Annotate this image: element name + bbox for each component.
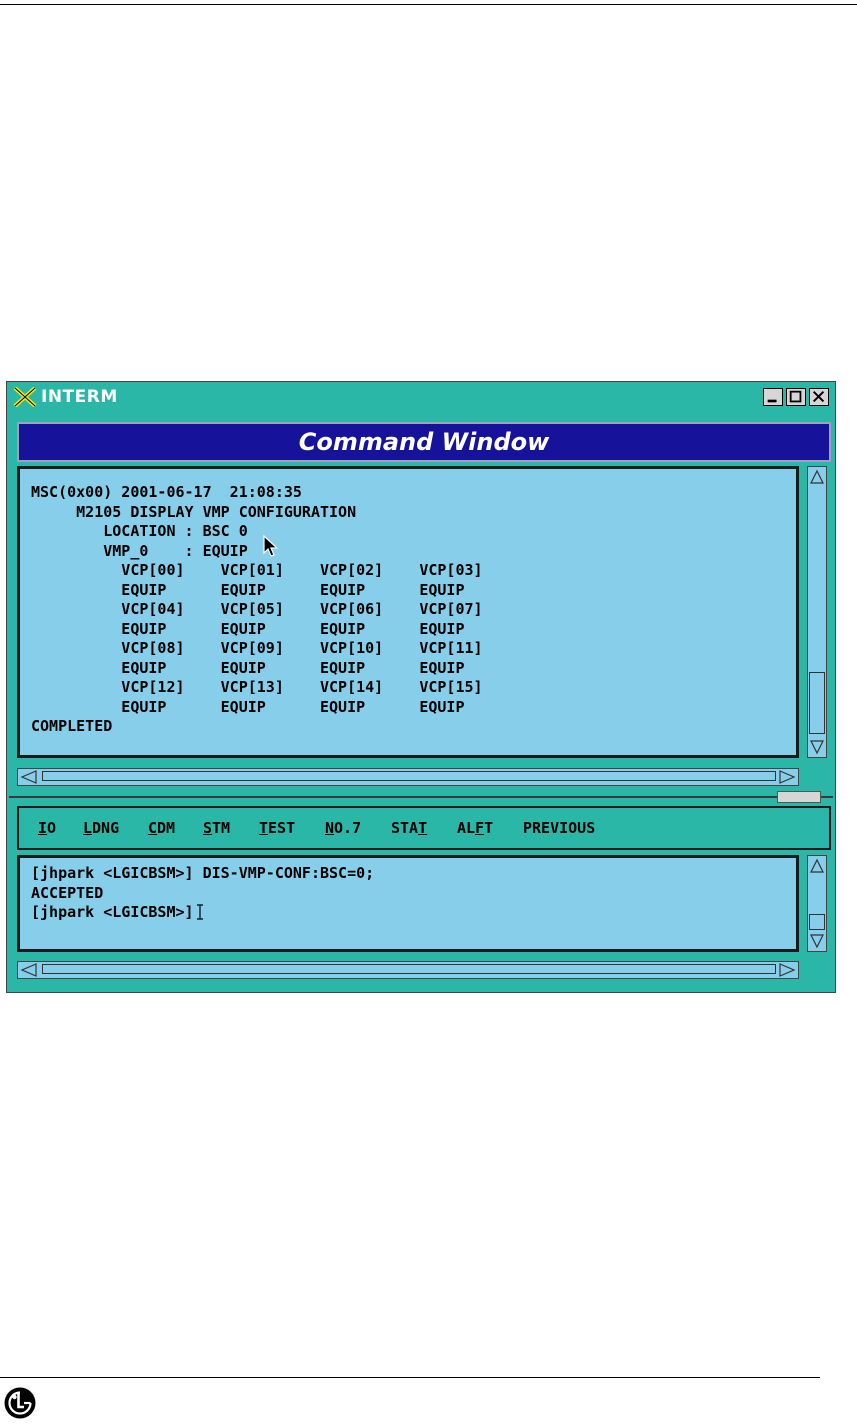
output-line: VCP[08] VCP[09] VCP[10] VCP[11] — [31, 639, 483, 657]
input-scroll-right-button[interactable] — [778, 963, 796, 977]
scroll-down-button[interactable] — [809, 739, 825, 755]
pane-resize-handle[interactable] — [777, 791, 821, 803]
input-scroll-left-button[interactable] — [20, 963, 38, 977]
lg-logo — [4, 1387, 36, 1419]
arrow-down-icon — [810, 740, 824, 755]
output-line: M2105 DISPLAY VMP CONFIGURATION — [31, 502, 357, 521]
page-bottom-rule — [0, 1377, 820, 1378]
output-line: EQUIP EQUIP EQUIP EQUIP — [31, 580, 465, 599]
menu-item-cdm[interactable]: CDM — [148, 819, 175, 837]
input-scroll-down-button[interactable] — [809, 933, 825, 949]
scroll-thumb[interactable] — [809, 672, 825, 734]
scroll-right-button[interactable] — [778, 770, 796, 784]
input-line-prompt: [jhpark <LGICBSM>] — [31, 903, 194, 921]
interm-window: INTERM Command Window MSC(0x00) 2001-06-… — [6, 381, 836, 993]
output-line: VMP_0 : EQUIP — [31, 541, 248, 560]
input-vertical-scrollbar[interactable] — [807, 855, 827, 952]
page-top-rule — [0, 4, 857, 5]
scroll-left-button[interactable] — [20, 770, 38, 784]
output-line: LOCATION : BSC 0 — [31, 522, 248, 540]
output-line: COMPLETED — [31, 717, 113, 735]
mouse-pointer-icon — [263, 535, 279, 557]
text-cursor-icon — [196, 904, 203, 920]
scroll-track[interactable] — [42, 771, 776, 781]
command-input-pane[interactable]: [jhpark <LGICBSM>] DIS-VMP-CONF:BSC=0; A… — [17, 855, 799, 952]
input-line-response: ACCEPTED — [31, 883, 104, 902]
close-icon — [812, 390, 825, 403]
output-vertical-scrollbar[interactable] — [807, 466, 827, 758]
arrow-up-icon — [810, 858, 824, 873]
input-scroll-up-button[interactable] — [809, 858, 825, 874]
scroll-up-button[interactable] — [809, 469, 825, 485]
output-line: EQUIP EQUIP EQUIP EQUIP — [31, 619, 465, 638]
input-horizontal-scrollbar[interactable] — [17, 961, 799, 979]
output-line: EQUIP EQUIP EQUIP EQUIP — [31, 697, 465, 716]
arrow-left-icon — [20, 963, 37, 977]
maximize-button[interactable] — [786, 388, 806, 406]
output-horizontal-scrollbar[interactable] — [17, 768, 799, 786]
banner-title: Command Window — [298, 428, 550, 456]
x-window-icon — [13, 387, 37, 407]
arrow-right-icon — [779, 770, 796, 784]
arrow-right-icon — [779, 963, 796, 977]
input-scroll-thumb[interactable] — [809, 914, 825, 930]
command-window-banner: Command Window — [17, 422, 831, 462]
output-line: VCP[04] VCP[05] VCP[06] VCP[07] — [31, 600, 483, 618]
menu-item-no7[interactable]: NO.7 — [325, 819, 361, 837]
input-line-command: [jhpark <LGICBSM>] DIS-VMP-CONF:BSC=0; — [31, 864, 375, 882]
title-bar[interactable]: INTERM — [9, 384, 833, 410]
maximize-icon — [789, 390, 802, 403]
arrow-down-icon — [810, 934, 824, 949]
menu-item-ldng[interactable]: LDNG — [83, 819, 119, 837]
menu-item-stat[interactable]: STAT — [391, 819, 427, 837]
command-input-text[interactable]: [jhpark <LGICBSM>] DIS-VMP-CONF:BSC=0; A… — [31, 864, 374, 923]
arrow-left-icon — [20, 770, 37, 784]
input-scroll-track[interactable] — [42, 964, 776, 974]
pane-divider — [9, 796, 833, 798]
minimize-icon — [767, 399, 777, 403]
output-line: EQUIP EQUIP EQUIP EQUIP — [31, 658, 465, 677]
minimize-button[interactable] — [763, 388, 783, 406]
close-button[interactable] — [809, 388, 829, 406]
menu-item-alft[interactable]: ALFT — [457, 819, 493, 837]
menu-item-io[interactable]: IO — [38, 819, 56, 837]
arrow-up-icon — [810, 469, 824, 484]
menu-item-test[interactable]: TEST — [259, 819, 295, 837]
menu-item-previous[interactable]: PREVIOUS — [523, 819, 595, 837]
output-pane[interactable]: MSC(0x00) 2001-06-17 21:08:35 M2105 DISP… — [17, 466, 799, 758]
output-line: VCP[12] VCP[13] VCP[14] VCP[15] — [31, 678, 483, 696]
command-menu-bar: IO LDNG CDM STM TEST NO.7 STAT ALFT PREV… — [17, 806, 831, 850]
output-line: VCP[00] VCP[01] VCP[02] VCP[03] — [31, 561, 483, 579]
window-title: INTERM — [41, 387, 118, 407]
output-text: MSC(0x00) 2001-06-17 21:08:35 M2105 DISP… — [31, 483, 483, 737]
output-line: MSC(0x00) 2001-06-17 21:08:35 — [31, 483, 302, 501]
menu-item-stm[interactable]: STM — [203, 819, 230, 837]
